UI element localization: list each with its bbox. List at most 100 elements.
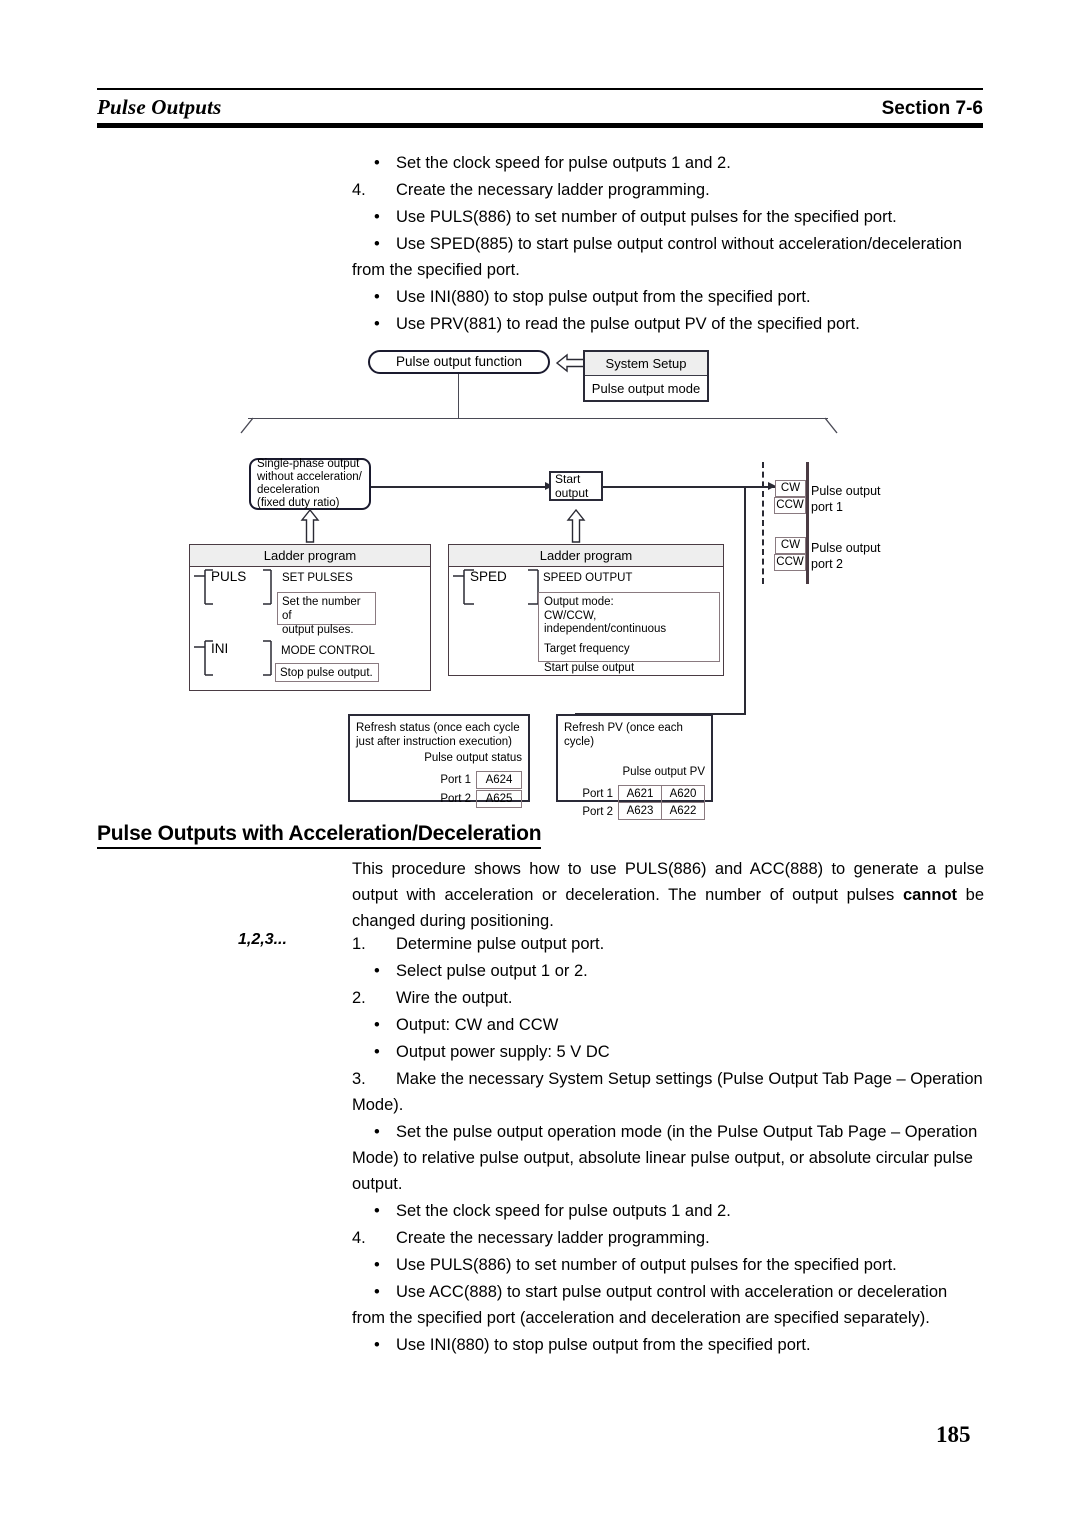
port-2-label: Pulse output port 2 (811, 540, 881, 572)
refresh-status-row-2-cell-1: A625 (476, 790, 522, 808)
refresh-status-row-1-port: Port 1 (440, 774, 471, 786)
system-setup-box: System Setup Pulse output mode (583, 350, 709, 402)
refresh-status-box: Refresh status (once each cycle just aft… (348, 714, 530, 808)
ladder1-note-2: Stop pulse output. (275, 663, 379, 682)
connector-to-refresh-status (575, 713, 577, 733)
table-row: Port 1 A621 A620 (564, 785, 705, 803)
port-1-label-line-2: port 1 (811, 500, 843, 514)
ladder-rung-bracket-icon (453, 569, 539, 605)
port-1-ccw-terminal: CCW (774, 497, 806, 514)
connector-start-to-ports (603, 486, 776, 488)
port-1-label-line-1: Pulse output (811, 484, 881, 498)
list-item-label: Set the clock speed for pulse outputs 1 … (396, 1202, 731, 1220)
ladder-rung-bracket-icon (194, 569, 272, 605)
list-item-label: Use PRV(881) to read the pulse output PV… (396, 315, 860, 333)
bullet-marker: • (374, 154, 380, 172)
running-head-title: Pulse Outputs (97, 95, 222, 119)
bullet-marker: • (374, 962, 380, 980)
ladder1-instruction-2-caption: MODE CONTROL (281, 645, 375, 657)
list-item-label: Use PULS(886) to set number of output pu… (396, 208, 897, 226)
single-phase-line-1: Single-phase output (257, 458, 360, 471)
refresh-status-subtitle: Pulse output status (424, 752, 522, 764)
page-title: Pulse Outputs with Acceleration/Decelera… (97, 822, 542, 849)
top-procedure-list: • Set the clock speed for pulse outputs … (352, 150, 984, 338)
list-item-label: Set the clock speed for pulse outputs 1 … (396, 154, 731, 172)
ladder1-note-1-line-2: output pulses. (282, 624, 354, 636)
ladder2-note-line-3: Target frequency (544, 642, 630, 655)
connector-single-to-start (371, 486, 547, 488)
list-item: • Use PULS(886) to set number of output … (352, 1252, 984, 1278)
list-item: • Output: CW and CCW (352, 1012, 984, 1038)
list-item-label: Use INI(880) to stop pulse output from t… (396, 288, 811, 306)
system-setup-row-label: Pulse output mode (591, 381, 701, 396)
intro-part-1: This procedure shows how to use PULS(886… (352, 860, 984, 904)
intro-emphasis: cannot (902, 886, 958, 904)
bracket-right-tick (824, 417, 838, 434)
list-item-label: Use INI(880) to stop pulse output from t… (396, 1336, 811, 1354)
arrow-down-icon (642, 727, 652, 736)
bracket-left-tick (240, 417, 254, 434)
refresh-pv-subtitle: Pulse output PV (622, 766, 705, 778)
bullet-marker: • (374, 1043, 380, 1061)
pulse-output-function-label: Pulse output function (395, 354, 523, 370)
ladder-program-1-box: Ladder program (189, 544, 431, 691)
list-item: 4. Create the necessary ladder programmi… (352, 1225, 984, 1251)
connector-branch-horizontal (575, 713, 746, 715)
refresh-pv-row-2-cell-2: A622 (662, 803, 705, 820)
ladder1-instruction-2: INI (211, 641, 229, 656)
single-phase-line-4: (fixed duty ratio) (257, 496, 340, 509)
list-item-label: Determine pulse output port. (396, 935, 605, 953)
list-item: • Use SPED(885) to start pulse output co… (352, 231, 984, 283)
ladder2-instruction-1: SPED (470, 569, 507, 584)
port-2-label-line-2: port 2 (811, 557, 843, 571)
connector-to-refresh-pv (646, 713, 648, 733)
ladder-program-1-title: Ladder program (190, 545, 430, 567)
header-rule-bottom (97, 123, 983, 128)
header-row: Pulse Outputs Section 7-6 (97, 90, 983, 123)
up-open-arrow-icon (566, 509, 586, 543)
single-phase-line-2: without acceleration/ (257, 471, 362, 484)
start-output-box: Start output (549, 471, 603, 501)
ladder1-instruction-1: PULS (211, 569, 247, 584)
start-output-line-2: output (555, 486, 589, 500)
table-row: Port 2 A625 (356, 790, 522, 808)
port-2-ccw-label: CCW (776, 556, 804, 568)
numbering-style-label: 1,2,3... (238, 931, 287, 948)
section-heading-label: Pulse Outputs with Acceleration/Decelera… (97, 822, 542, 849)
section-steps-list: 1. Determine pulse output port. • Select… (352, 931, 984, 1359)
refresh-pv-row-2-port: Port 2 (582, 805, 613, 818)
bullet-marker: • (374, 1283, 380, 1301)
bullet-marker: • (374, 235, 380, 253)
intro-paragraph: This procedure shows how to use PULS(886… (352, 856, 984, 934)
single-phase-line-3: deceleration (257, 484, 320, 496)
port-1-cw-terminal: CW (775, 480, 806, 497)
ladder1-instruction-1-caption: SET PULSES (282, 572, 353, 584)
list-item-label: Output: CW and CCW (396, 1016, 559, 1034)
ladder2-note-line-2: CW/CCW, independent/continuous (544, 609, 667, 636)
page-header: Pulse Outputs Section 7-6 (97, 88, 983, 128)
refresh-pv-box: Refresh PV (once each cycle) Pulse outpu… (556, 714, 713, 820)
port-1-ccw-label: CCW (776, 499, 804, 511)
refresh-status-title-line-2: just after instruction execution) (356, 736, 512, 748)
start-output-line-1: Start (555, 472, 581, 486)
port-1-label: Pulse output port 1 (811, 483, 881, 515)
list-number: 2. (352, 989, 366, 1007)
bullet-marker: • (374, 1123, 380, 1141)
page-number: 185 (936, 1422, 971, 1447)
refresh-pv-title-line-1: Refresh PV (once each cycle) (564, 722, 683, 748)
bullet-marker: • (374, 1202, 380, 1220)
list-item: 4. Create the necessary ladder programmi… (352, 177, 984, 203)
ladder1-note-2-label: Stop pulse output. (280, 667, 373, 679)
ladder1-note-1-line-1: Set the number of (282, 596, 361, 622)
ladder-rung-bracket-icon (194, 640, 272, 676)
ladder2-note-line-1: Output mode: (544, 596, 614, 608)
list-item: • Set the clock speed for pulse outputs … (352, 150, 984, 176)
port-boundary-dashed-line (762, 462, 764, 584)
arrow-right-icon (545, 482, 553, 490)
port-bus-bar (806, 462, 809, 584)
ladder2-note: Output mode: CW/CCW, independent/continu… (538, 592, 720, 674)
refresh-status-title-line-1: Refresh status (once each cycle (356, 722, 520, 734)
list-item: • Use PRV(881) to read the pulse output … (352, 311, 984, 337)
bullet-marker: • (374, 315, 380, 333)
port-1-cw-label: CW (780, 482, 801, 494)
